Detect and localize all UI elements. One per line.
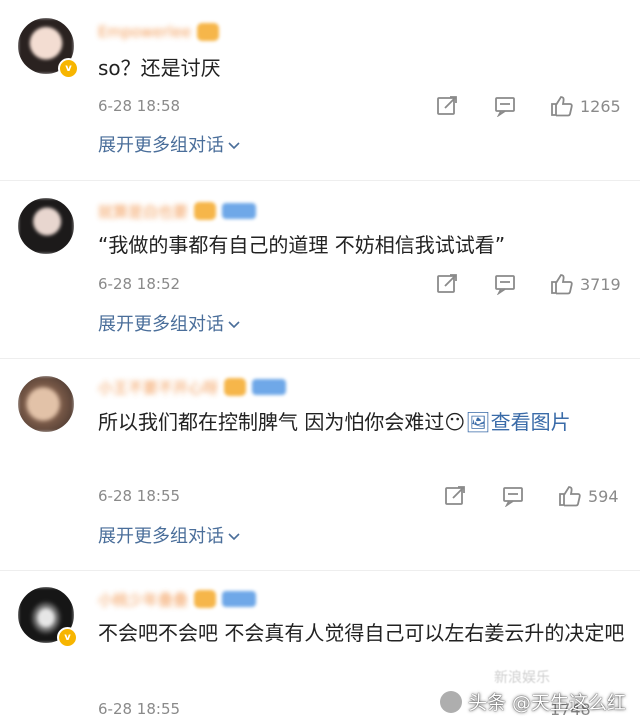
chevron-down-icon (228, 533, 240, 541)
timestamp: 6-28 18:55 (98, 700, 181, 718)
comment-text: 不会吧不会吧 不会真有人觉得自己可以左右姜云升的决定吧 (98, 621, 625, 645)
share-icon (437, 274, 457, 293)
chevron-down-icon (228, 321, 240, 329)
comment-button[interactable] (494, 272, 516, 296)
comment-button[interactable] (502, 484, 524, 508)
like-icon (551, 274, 573, 295)
expand-conversation-link[interactable]: 展开更多组对话 (98, 312, 240, 338)
member-crown-icon (194, 202, 217, 220)
divider (0, 358, 640, 359)
share-button[interactable] (436, 94, 458, 118)
timestamp: 6-28 18:55 (98, 487, 181, 505)
like-icon (559, 486, 581, 507)
comment-meta: 6-28 18:58 1265 (98, 94, 628, 118)
like-button[interactable]: 3719 (550, 272, 621, 296)
member-tag-badge (222, 203, 257, 219)
username-row: Empowerlee (98, 20, 220, 44)
comment-icon (495, 275, 515, 295)
avatar[interactable] (18, 198, 74, 254)
verified-badge-icon: v (57, 627, 78, 648)
share-button[interactable] (444, 484, 466, 508)
like-count: 3719 (580, 274, 621, 294)
username[interactable]: 就算是白也要 (98, 201, 188, 222)
username[interactable]: Empowerlee (98, 23, 191, 41)
divider (0, 180, 640, 181)
comment-meta: 6-28 18:55 594 (98, 484, 628, 508)
share-button[interactable] (436, 272, 458, 296)
username[interactable]: 小王不要不开心呀 (98, 377, 218, 398)
member-tag-badge (222, 591, 257, 607)
avatar[interactable] (18, 376, 74, 432)
comment-button[interactable] (494, 94, 516, 118)
watermark: 头条 @天生这么红 (439, 688, 626, 715)
view-image-link[interactable]: 🖼查看图片 (465, 410, 570, 434)
member-crown-icon (224, 378, 247, 396)
comment-text: “我做的事都有自己的道理 不妨相信我试试看” (98, 233, 506, 257)
username-row: 小王不要不开心呀 (98, 375, 287, 399)
like-icon (551, 96, 573, 117)
like-button[interactable]: 594 (558, 484, 619, 508)
member-crown-icon (197, 23, 220, 41)
expand-conversation-link[interactable]: 展开更多组对话 (98, 524, 240, 550)
timestamp: 6-28 18:58 (98, 97, 181, 115)
username[interactable]: 小桃少年叠叠 (98, 589, 188, 610)
username-row: 就算是白也要 (98, 199, 257, 223)
like-count: 1265 (580, 96, 621, 116)
member-tag-badge (252, 379, 287, 395)
comment-icon (495, 97, 515, 117)
member-crown-icon (194, 590, 217, 608)
timestamp: 6-28 18:52 (98, 275, 181, 293)
comment-meta: 6-28 18:52 3719 (98, 272, 628, 296)
comment-icon (503, 487, 523, 507)
expand-conversation-link[interactable]: 展开更多组对话 (98, 133, 240, 159)
share-icon (437, 96, 457, 115)
faint-watermark: 新浪娱乐 (494, 670, 550, 686)
watermark-logo-icon (439, 690, 462, 713)
comment-text: 所以我们都在控制脾气 因为怕你会难过😶🖼查看图片 (98, 410, 571, 434)
share-icon (445, 486, 465, 505)
comment-text: so？还是讨厌 (98, 56, 221, 80)
like-count: 594 (588, 486, 619, 506)
verified-badge-icon: v (58, 58, 79, 79)
username-row: 小桃少年叠叠 (98, 587, 257, 611)
like-button[interactable]: 1265 (550, 94, 621, 118)
divider (0, 570, 640, 571)
chevron-down-icon (228, 142, 240, 150)
